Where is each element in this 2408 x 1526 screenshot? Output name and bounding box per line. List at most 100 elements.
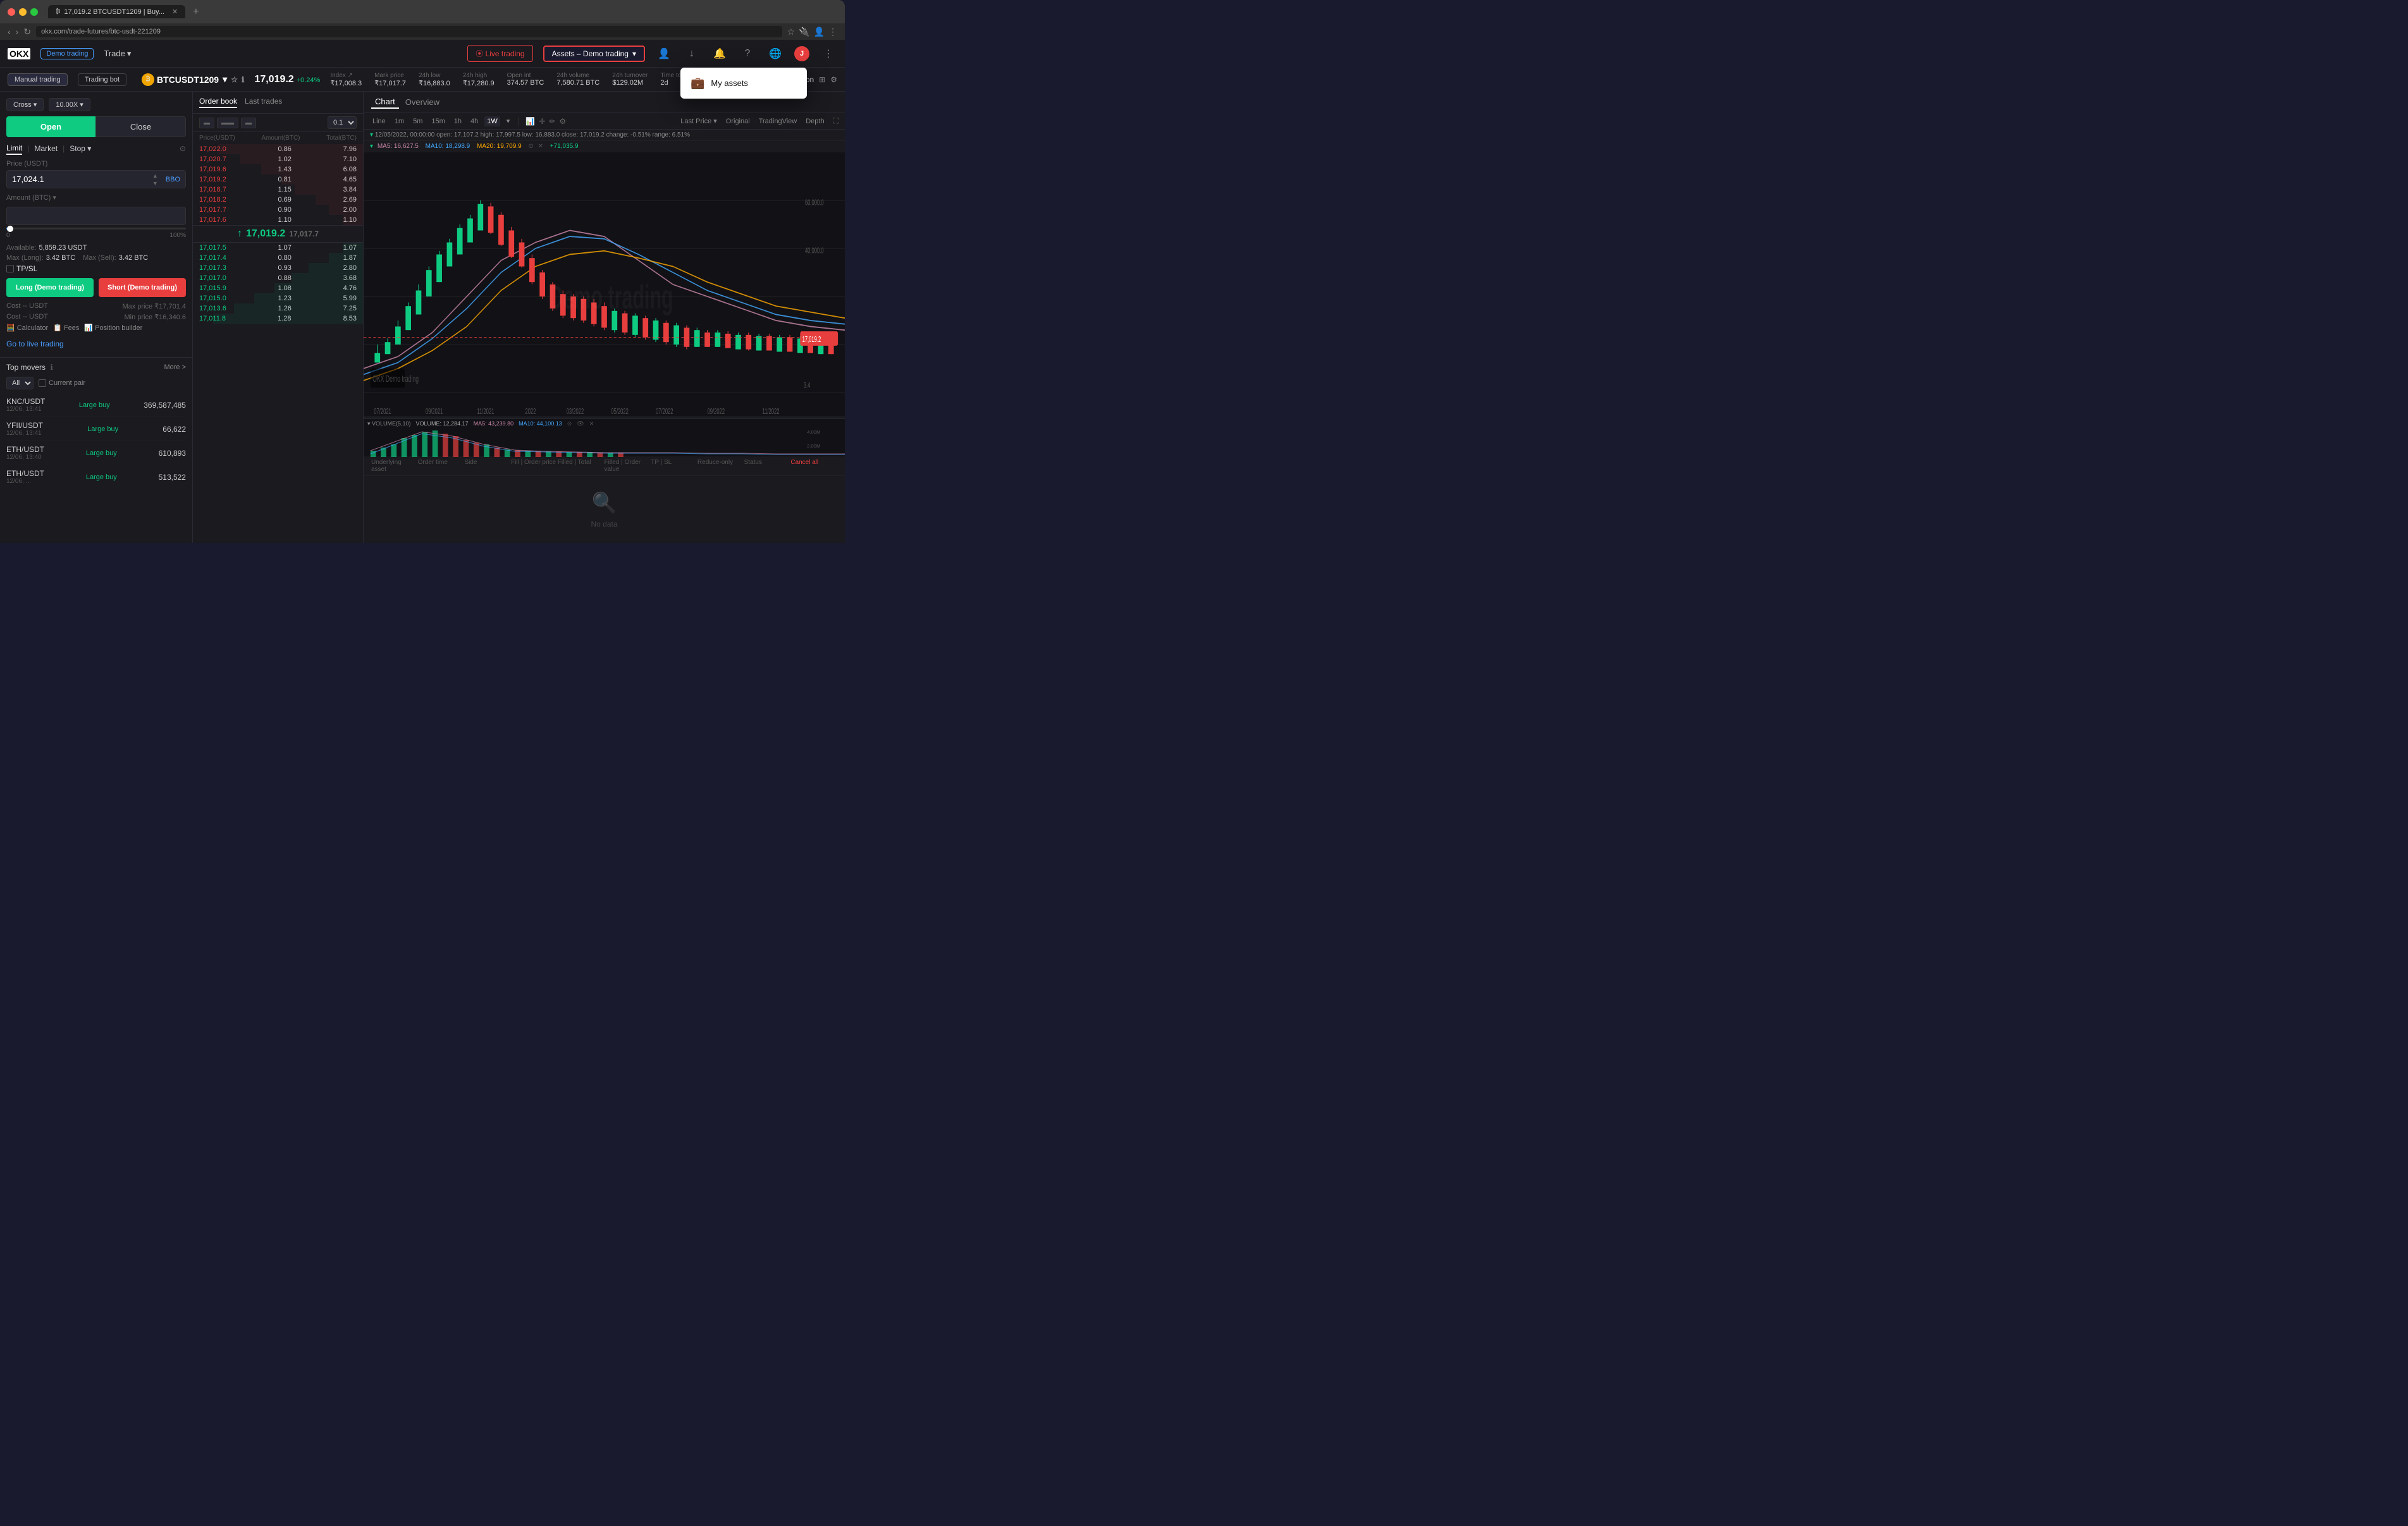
time-1h-btn[interactable]: 1h	[452, 116, 464, 126]
profile-nav-button[interactable]: 👤	[655, 45, 673, 63]
bbo-button[interactable]: BBO	[161, 176, 185, 183]
slider-thumb[interactable]	[7, 226, 13, 232]
ob-size-select[interactable]: 0.1	[328, 116, 357, 129]
profile-icon[interactable]: 👤	[814, 27, 825, 37]
manual-trading-button[interactable]: Manual trading	[8, 73, 68, 86]
info-icon[interactable]: ℹ	[242, 75, 245, 84]
long-button[interactable]: Long (Demo trading)	[6, 278, 94, 297]
star-icon[interactable]: ☆	[231, 75, 238, 84]
tab-close-button[interactable]: ✕	[172, 8, 178, 16]
depth-style-btn[interactable]: Depth	[806, 118, 824, 125]
mover-item-eth1[interactable]: ETH/USDT 12/06, 13:40 Large buy 610,893	[6, 441, 186, 465]
movers-filter-select[interactable]: All	[6, 377, 34, 389]
tpsl-checkbox[interactable]	[6, 265, 14, 272]
ob-ask-row-2[interactable]: 17,020.7 1.02 7.10	[193, 154, 363, 164]
ob-bid-row-7[interactable]: 17,013.6 1.26 7.25	[193, 303, 363, 314]
back-button[interactable]: ‹	[8, 27, 11, 37]
position-builder-tool[interactable]: 📊 Position builder	[84, 324, 142, 332]
add-tab-button[interactable]: +	[193, 6, 199, 18]
ob-ask-row-4[interactable]: 17,019.2 0.81 4.65	[193, 174, 363, 185]
mover-item-knc[interactable]: KNC/USDT 12/06, 13:41 Large buy 369,587,…	[6, 393, 186, 417]
maximize-dot[interactable]	[30, 8, 38, 16]
bookmark-icon[interactable]: ☆	[787, 27, 796, 37]
time-1m-btn[interactable]: 1m	[392, 116, 407, 126]
movers-more-button[interactable]: More >	[164, 363, 186, 371]
overview-tab[interactable]: Overview	[402, 96, 443, 108]
address-bar[interactable]: okx.com/trade-futures/btc-usdt-221209	[36, 26, 782, 37]
ob-ask-row-3[interactable]: 17,019.6 1.43 6.08	[193, 164, 363, 174]
ob-view-btn-2[interactable]: ▬▬	[217, 118, 238, 128]
ob-bid-row-6[interactable]: 17,015.0 1.23 5.99	[193, 293, 363, 303]
current-pair-check[interactable]: Current pair	[39, 379, 85, 387]
expand-chart-icon[interactable]: ⛶	[833, 116, 838, 126]
last-trades-tab[interactable]: Last trades	[245, 97, 282, 108]
settings-icon[interactable]: ⚙	[830, 75, 837, 84]
go-to-live-trading-link[interactable]: Go to live trading	[6, 337, 186, 351]
time-1w-btn[interactable]: 1W	[484, 116, 500, 126]
time-line-btn[interactable]: Line	[370, 116, 388, 126]
more-options-icon[interactable]: ⋮	[828, 27, 837, 37]
chart-crosshair-icon[interactable]: ✛	[539, 117, 545, 126]
forward-button[interactable]: ›	[16, 27, 19, 37]
ob-ask-row-6[interactable]: 17,018.2 0.69 2.69	[193, 195, 363, 205]
order-settings-icon[interactable]: ⊙	[180, 144, 186, 153]
volume-eye-icon[interactable]: 👁	[577, 420, 584, 427]
short-button[interactable]: Short (Demo trading)	[99, 278, 186, 297]
browser-tab[interactable]: ₿ 17,019.2 BTCUSDT1209 | Buy... ✕	[48, 5, 185, 18]
globe-nav-button[interactable]: 🌐	[766, 45, 784, 63]
volume-settings-icon[interactable]: ⊙	[567, 420, 572, 427]
open-button[interactable]: Open	[6, 116, 95, 137]
leverage-button[interactable]: 10.00X ▾	[49, 98, 90, 111]
help-nav-button[interactable]: ?	[739, 45, 756, 63]
close-dot[interactable]	[8, 8, 15, 16]
grid-view-icon[interactable]: ⊞	[819, 75, 825, 84]
fees-tool[interactable]: 📋 Fees	[53, 324, 79, 332]
time-5m-btn[interactable]: 5m	[410, 116, 425, 126]
ob-ask-row-7[interactable]: 17,017.7 0.90 2.00	[193, 205, 363, 215]
ob-bid-row-2[interactable]: 17,017.4 0.80 1.87	[193, 253, 363, 263]
limit-order-button[interactable]: Limit	[6, 142, 22, 155]
amount-input[interactable]	[12, 211, 180, 221]
chart-tab[interactable]: Chart	[371, 95, 399, 109]
bell-nav-button[interactable]: 🔔	[711, 45, 728, 63]
order-book-tab[interactable]: Order book	[199, 97, 237, 108]
download-nav-button[interactable]: ↓	[683, 45, 701, 63]
extension-icon[interactable]: 🔌	[799, 27, 809, 37]
original-style-btn[interactable]: Original	[726, 118, 750, 125]
trade-menu[interactable]: Trade ▾	[104, 49, 131, 59]
chart-settings-icon[interactable]: ⚙	[559, 117, 566, 126]
price-step-up[interactable]: ▲	[150, 172, 161, 180]
ob-bid-row-4[interactable]: 17,017.0 0.88 3.68	[193, 273, 363, 283]
ob-ask-row-8[interactable]: 17,017.6 1.10 1.10	[193, 215, 363, 225]
time-4h-btn[interactable]: 4h	[468, 116, 481, 126]
close-button[interactable]: Close	[95, 116, 186, 137]
assets-demo-button[interactable]: Assets – Demo trading ▾	[543, 46, 645, 62]
price-step-down[interactable]: ▼	[150, 180, 161, 187]
calculator-tool[interactable]: 🧮 Calculator	[6, 324, 48, 332]
chart-type-icon[interactable]: 📊	[525, 117, 535, 126]
ob-bid-row-5[interactable]: 17,015.9 1.08 4.76	[193, 283, 363, 293]
price-input[interactable]	[7, 171, 150, 188]
cross-button[interactable]: Cross ▾	[6, 98, 44, 111]
tradingview-style-btn[interactable]: TradingView	[759, 118, 797, 125]
ob-ask-row-5[interactable]: 17,018.7 1.15 3.84	[193, 185, 363, 195]
ob-ask-row-1[interactable]: 17,022.0 0.86 7.96	[193, 144, 363, 154]
stop-order-button[interactable]: Stop ▾	[70, 143, 91, 154]
pair-selector[interactable]: BTCUSDT1209 ▾ ☆ ℹ	[157, 74, 244, 85]
trading-bot-button[interactable]: Trading bot	[78, 73, 126, 86]
time-more-btn[interactable]: ▾	[504, 116, 513, 126]
minimize-dot[interactable]	[19, 8, 27, 16]
live-trading-button[interactable]: ⦿ Live trading	[467, 45, 532, 62]
volume-close-icon[interactable]: ✕	[589, 420, 594, 427]
current-pair-checkbox[interactable]	[39, 379, 46, 387]
mover-item-yfii[interactable]: YFII/USDT 12/06, 13:41 Large buy 66,622	[6, 417, 186, 441]
ob-bid-row-1[interactable]: 17,017.5 1.07 1.07	[193, 243, 363, 253]
time-15m-btn[interactable]: 15m	[429, 116, 447, 126]
chart-draw-icon[interactable]: ✏	[549, 117, 555, 126]
more-nav-button[interactable]: ⋮	[820, 45, 837, 63]
reload-button[interactable]: ↻	[23, 27, 31, 37]
amount-slider-track[interactable]	[6, 228, 186, 229]
demo-trading-badge[interactable]: Demo trading	[40, 48, 94, 59]
ob-view-btn-1[interactable]: ▬	[199, 118, 214, 128]
ob-view-btn-3[interactable]: ▬	[241, 118, 256, 128]
